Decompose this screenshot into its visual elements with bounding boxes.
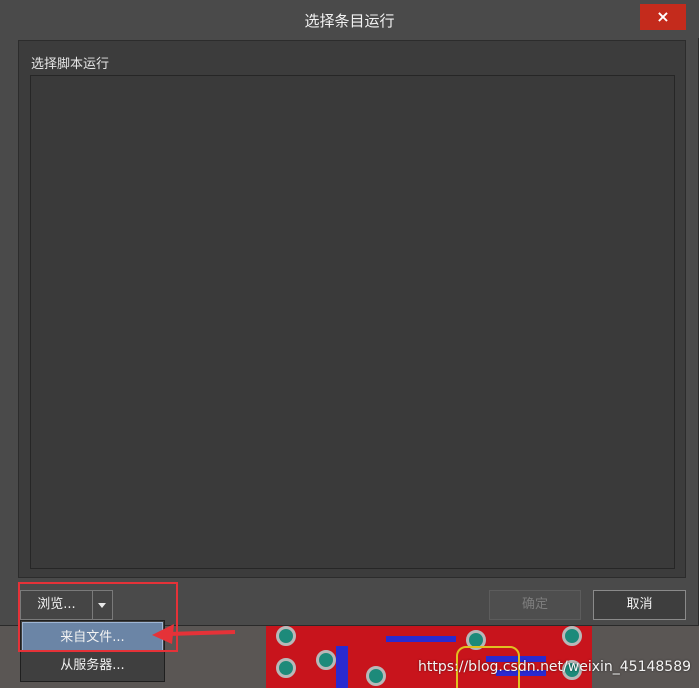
pcb-trace: [336, 646, 348, 688]
menu-item-from-server[interactable]: 从服务器...: [22, 651, 163, 680]
pcb-pad: [276, 658, 296, 678]
pcb-trace: [386, 636, 456, 642]
browse-split-button: 浏览...: [20, 590, 113, 620]
cancel-button[interactable]: 取消: [593, 590, 686, 620]
background-pcb-bottom: [266, 626, 592, 688]
close-button[interactable]: ×: [640, 4, 686, 30]
dialog-title: 选择条目运行: [304, 12, 395, 30]
pcb-pad: [562, 626, 582, 646]
menu-item-from-file[interactable]: 来自文件...: [22, 622, 163, 651]
watermark-text: https://blog.csdn.net/weixin_45148589: [418, 659, 692, 675]
dialog-titlebar[interactable]: 选择条目运行 ×: [0, 0, 699, 38]
script-list[interactable]: [30, 75, 675, 569]
section-label: 选择脚本运行: [31, 57, 110, 72]
pcb-pad: [366, 666, 386, 686]
pcb-pad: [276, 626, 296, 646]
pcb-pad: [316, 650, 336, 670]
close-icon: ×: [656, 7, 670, 26]
run-item-dialog: 选择条目运行 × 选择脚本运行 浏览... 确定 取消: [0, 0, 699, 626]
content-frame: 选择脚本运行: [18, 40, 686, 578]
chevron-down-icon[interactable]: [93, 591, 112, 619]
browse-button[interactable]: 浏览...: [21, 591, 93, 619]
ok-button[interactable]: 确定: [489, 590, 581, 620]
annotation-arrow-icon: [152, 624, 236, 644]
browse-dropdown-menu: 来自文件... 从服务器...: [20, 620, 165, 682]
